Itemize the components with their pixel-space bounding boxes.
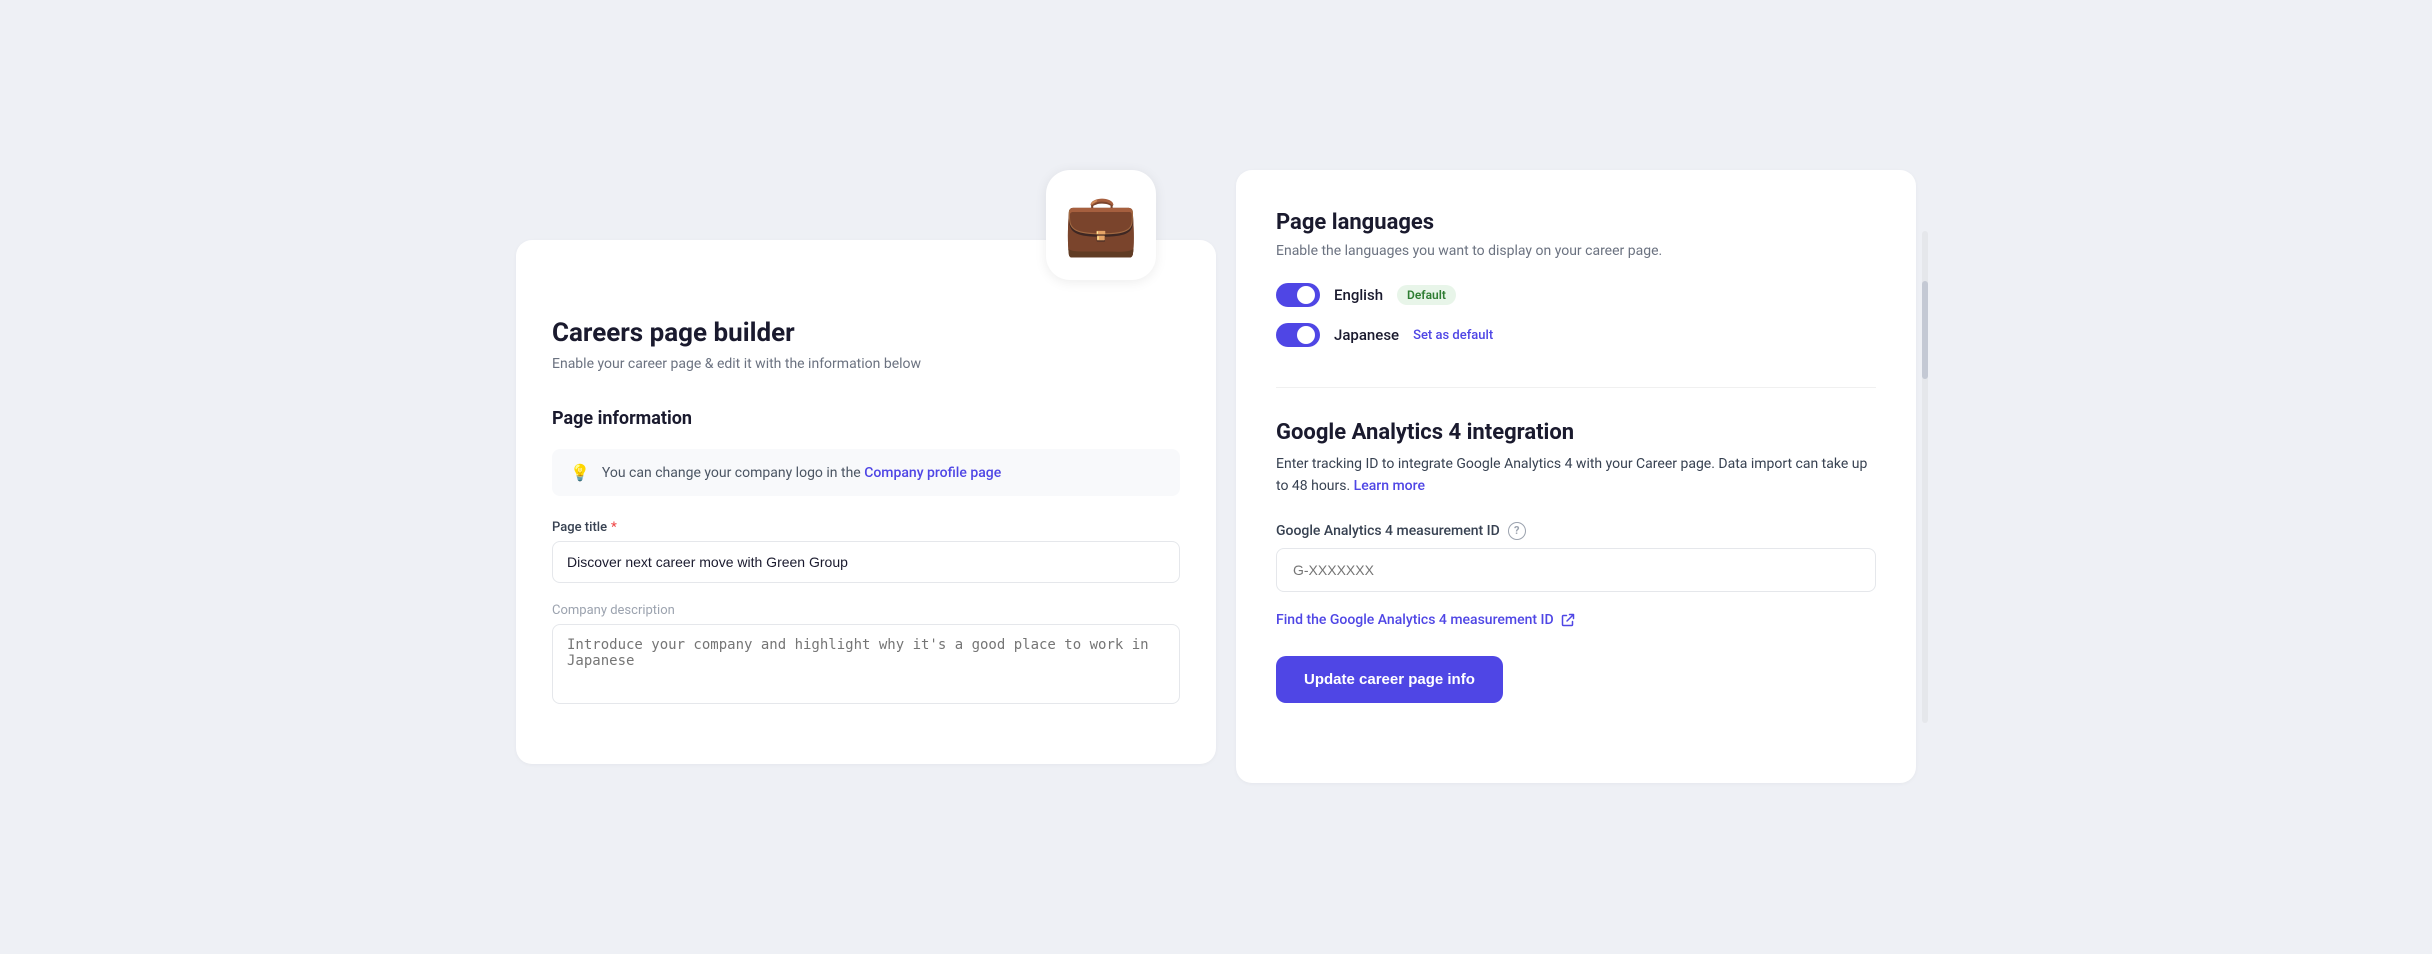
careers-page-title: Careers page builder: [552, 318, 1180, 348]
page-title-input[interactable]: [552, 541, 1180, 583]
scrollbar-track: [1922, 231, 1928, 722]
ga4-section: Google Analytics 4 integration Enter tra…: [1276, 420, 1876, 703]
lightbulb-icon: 💡: [570, 463, 590, 482]
help-icon[interactable]: ?: [1508, 522, 1526, 540]
english-toggle-slider: [1276, 283, 1320, 307]
find-ga-link[interactable]: Find the Google Analytics 4 measurement …: [1276, 612, 1876, 628]
english-language-name: English: [1334, 286, 1383, 304]
ga4-label-row: Google Analytics 4 measurement ID ?: [1276, 522, 1876, 540]
page-title-label: Page title *: [552, 520, 1180, 535]
ga4-measurement-id-label: Google Analytics 4 measurement ID: [1276, 523, 1500, 539]
english-language-row: English Default: [1276, 283, 1876, 307]
japanese-toggle[interactable]: [1276, 323, 1320, 347]
company-description-textarea[interactable]: [552, 624, 1180, 704]
ga4-description: Enter tracking ID to integrate Google An…: [1276, 453, 1876, 498]
page-information-heading: Page information: [552, 408, 1180, 429]
japanese-toggle-slider: [1276, 323, 1320, 347]
section-divider: [1276, 387, 1876, 388]
careers-subtitle: Enable your career page & edit it with t…: [552, 356, 1180, 372]
right-panel-wrapper: Page languages Enable the languages you …: [1216, 170, 1916, 784]
right-panel: Page languages Enable the languages you …: [1236, 170, 1916, 783]
page-languages-heading: Page languages: [1276, 210, 1876, 235]
japanese-language-name: Japanese: [1334, 326, 1399, 344]
find-ga-link-text: Find the Google Analytics 4 measurement …: [1276, 612, 1554, 628]
company-description-group: Company description: [552, 603, 1180, 708]
page-title-group: Page title *: [552, 520, 1180, 583]
default-badge: Default: [1397, 285, 1456, 305]
external-link-icon: [1560, 612, 1576, 628]
info-banner-text: You can change your company logo in the …: [602, 465, 1001, 481]
left-panel: 💼 Careers page builder Enable your caree…: [516, 170, 1216, 784]
update-career-page-button[interactable]: Update career page info: [1276, 656, 1503, 703]
page-languages-section: Page languages Enable the languages you …: [1276, 210, 1876, 347]
info-banner: 💡 You can change your company logo in th…: [552, 449, 1180, 496]
set-as-default-link[interactable]: Set as default: [1413, 328, 1493, 343]
japanese-language-row: Japanese Set as default: [1276, 323, 1876, 347]
scrollbar-thumb[interactable]: [1922, 281, 1928, 379]
ga4-measurement-id-input[interactable]: [1276, 548, 1876, 592]
required-indicator: *: [611, 520, 617, 535]
learn-more-link[interactable]: Learn more: [1354, 478, 1425, 494]
briefcase-icon-container: 💼: [1046, 170, 1156, 280]
page-languages-desc: Enable the languages you want to display…: [1276, 243, 1876, 259]
ga4-heading: Google Analytics 4 integration: [1276, 420, 1876, 445]
briefcase-icon: 💼: [1064, 195, 1139, 255]
left-card: Careers page builder Enable your career …: [516, 240, 1216, 764]
page-container: 💼 Careers page builder Enable your caree…: [516, 170, 1916, 784]
company-profile-link[interactable]: Company profile page: [864, 465, 1001, 481]
english-toggle[interactable]: [1276, 283, 1320, 307]
company-description-label: Company description: [552, 603, 1180, 618]
